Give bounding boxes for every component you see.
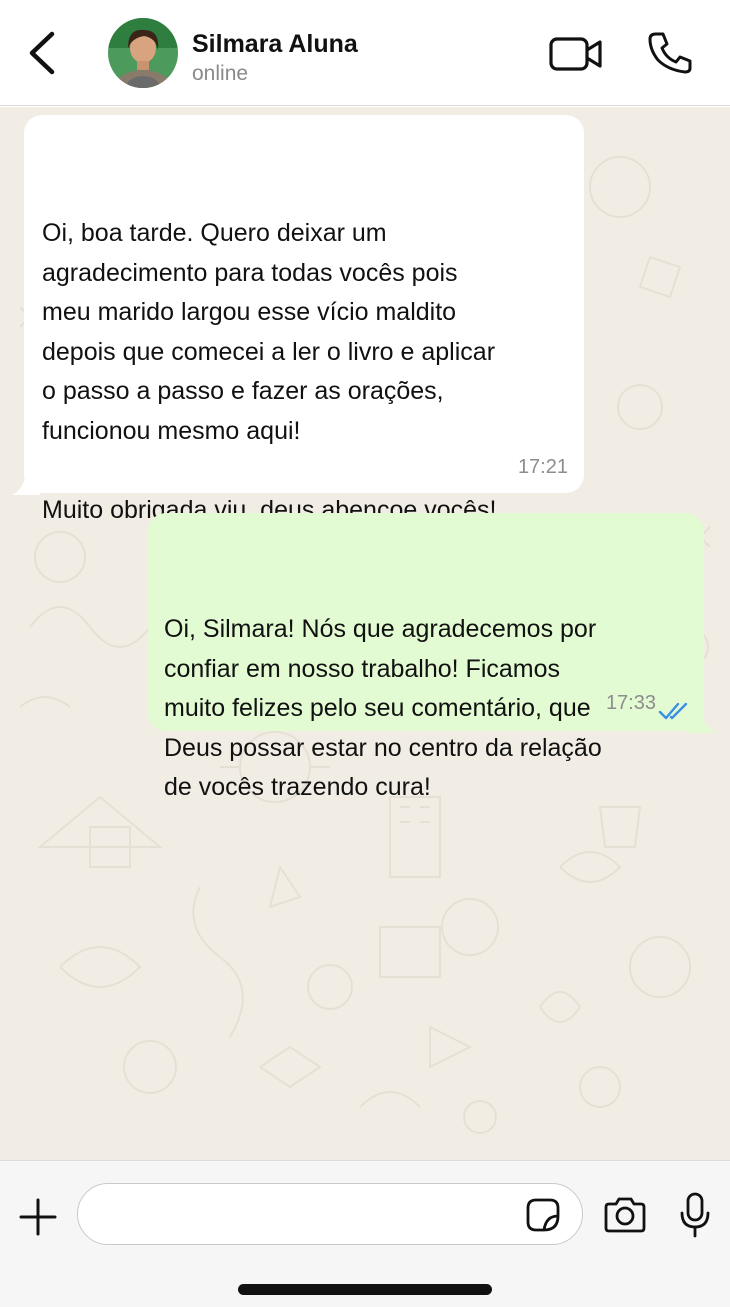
chat-screen: Silmara Aluna online Oi, boa tarde. Quer…	[0, 0, 730, 1307]
sticker-icon[interactable]	[524, 1196, 562, 1234]
message-time: 17:21	[517, 455, 568, 478]
message-list[interactable]: Oi, boa tarde. Quero deixar um agradecim…	[0, 107, 730, 1160]
message-input[interactable]	[77, 1183, 583, 1245]
contact-status: online	[192, 62, 249, 85]
bubble-tail	[12, 471, 40, 495]
back-arrow-icon[interactable]	[22, 30, 62, 76]
plus-icon[interactable]	[16, 1195, 60, 1239]
double-check-read-icon	[658, 702, 688, 720]
contact-name[interactable]: Silmara Aluna	[192, 30, 358, 59]
avatar[interactable]	[108, 18, 178, 88]
message-time: 17:33	[605, 691, 656, 714]
home-indicator[interactable]	[238, 1284, 492, 1295]
composer-bar	[0, 1160, 730, 1307]
incoming-message-bubble[interactable]: Oi, boa tarde. Quero deixar um agradecim…	[12, 115, 584, 524]
chat-header: Silmara Aluna online	[0, 0, 730, 106]
message-text: Oi, boa tarde. Quero deixar um agradecim…	[42, 219, 497, 524]
outgoing-message-bubble[interactable]: Oi, Silmara! Nós que agradecemos por con…	[148, 513, 716, 801]
microphone-icon[interactable]	[678, 1191, 712, 1239]
phone-call-icon[interactable]	[646, 30, 694, 76]
camera-icon[interactable]	[602, 1195, 648, 1235]
bubble-tail	[688, 709, 716, 733]
video-call-icon[interactable]	[548, 34, 604, 74]
avatar-photo-icon	[108, 18, 178, 88]
